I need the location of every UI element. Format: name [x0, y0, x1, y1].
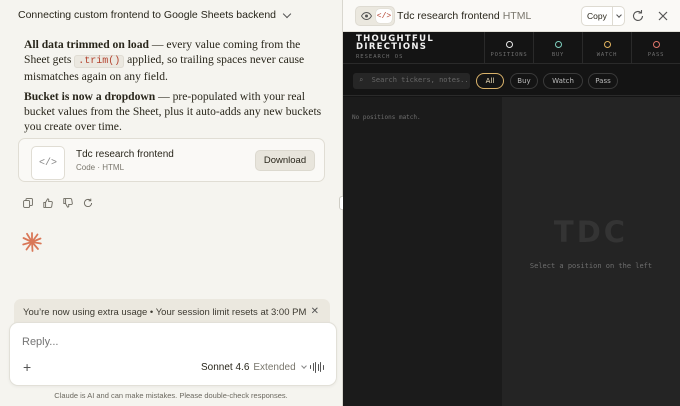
disclaimer: Claude is AI and can make mistakes. Plea… — [54, 391, 288, 400]
empty-state: No positions match. — [352, 114, 421, 121]
preview-app: THOUGHTFUL DIRECTIONS RESEARCH OS POSITI… — [343, 32, 680, 406]
voice-icon[interactable] — [310, 361, 324, 373]
status-dot-icon — [554, 41, 562, 48]
paragraph-1-heading: All data trimmed on load — [24, 38, 149, 51]
stat-positions: POSITIONS — [484, 32, 533, 64]
filter-chip-watch[interactable]: Watch — [543, 73, 583, 89]
copy-icon[interactable] — [23, 198, 33, 208]
chevron-down-icon — [300, 363, 307, 369]
status-dot-icon — [652, 41, 660, 48]
filter-chip-pass[interactable]: Pass — [588, 73, 618, 89]
conversation-title-text[interactable]: Connecting custom frontend to Google She… — [18, 9, 276, 21]
filter-bar: ⌕ Search tickers, notes... All Buy Watch Pa… — [343, 65, 680, 96]
thumbs-down-icon[interactable] — [63, 198, 73, 208]
filter-chip-buy[interactable]: Buy — [510, 73, 538, 89]
stat-buy: BUY — [533, 32, 582, 64]
paragraph-2-heading: Bucket is now a dropdown — [24, 90, 156, 103]
artifact-card-lang: HTML — [102, 163, 125, 172]
code-file-icon: </> — [31, 146, 65, 180]
chat-pane: Connecting custom frontend to Google She… — [0, 0, 342, 406]
search-input[interactable]: ⌕ Search tickers, notes... — [353, 73, 470, 89]
status-dot-icon — [505, 41, 513, 48]
close-icon[interactable]: ✕ — [311, 306, 319, 317]
stat-label: WATCH — [596, 52, 618, 58]
positions-list: No positions match. — [343, 97, 502, 406]
logo-line-2: DIRECTIONS — [356, 42, 428, 52]
select-hint: Select a position on the left — [529, 262, 653, 270]
detail-pane: TDC Select a position on the left — [502, 97, 680, 406]
artifact-card-type: Code — [76, 163, 96, 172]
view-toggle[interactable]: </> — [355, 6, 395, 26]
artifact-card[interactable]: </> Tdc research frontend Code · HTML Do… — [18, 138, 325, 182]
stat-label: BUY — [551, 52, 565, 58]
copy-button[interactable]: Copy — [581, 6, 625, 26]
search-placeholder: Search tickers, notes... — [371, 76, 470, 84]
artifact-card-title: Tdc research frontend — [76, 149, 174, 160]
code-icon[interactable]: </> — [376, 9, 392, 23]
stat-pass: PASS — [631, 32, 680, 64]
filter-chip-all[interactable]: All — [476, 73, 504, 89]
app-subtitle: RESEARCH OS — [356, 54, 404, 60]
retry-icon[interactable] — [83, 198, 93, 208]
download-button[interactable]: Download — [255, 150, 315, 171]
artifact-card-subtitle: Code · HTML — [76, 163, 125, 172]
claude-logo-icon — [22, 232, 42, 252]
model-name: Sonnet 4.6 — [201, 362, 250, 373]
app-logo: THOUGHTFUL DIRECTIONS — [356, 35, 434, 52]
model-mode: Extended — [253, 362, 296, 373]
thumbs-up-icon[interactable] — [43, 198, 53, 208]
stat-label: POSITIONS — [490, 52, 528, 58]
usage-notice-text: You’re now using extra usage • Your sess… — [23, 307, 307, 318]
inline-code: .trim() — [74, 55, 125, 68]
status-dot-icon — [603, 41, 611, 48]
model-selector[interactable]: Sonnet 4.6 Extended — [201, 362, 307, 373]
app-topbar: THOUGHTFUL DIRECTIONS RESEARCH OS POSITI… — [343, 32, 680, 64]
artifact-pane: </> Tdc research frontend HTML Copy THOUG… — [343, 0, 680, 406]
stat-label: PASS — [647, 52, 665, 58]
artifact-lang: HTML — [502, 10, 532, 22]
composer: + Sonnet 4.6 Extended — [9, 322, 337, 386]
watermark: TDC — [553, 215, 629, 249]
chevron-down-icon[interactable] — [616, 11, 622, 18]
chevron-down-icon[interactable] — [282, 9, 292, 18]
refresh-icon[interactable] — [631, 9, 645, 23]
message-actions — [23, 198, 93, 208]
stat-watch: WATCH — [582, 32, 631, 64]
reply-input[interactable] — [22, 336, 222, 348]
artifact-header: </> Tdc research frontend HTML Copy — [343, 0, 680, 32]
close-icon[interactable] — [656, 9, 670, 23]
conversation-title[interactable]: Connecting custom frontend to Google She… — [18, 9, 292, 21]
message-paragraph-2: Bucket is now a dropdown — pre-populated… — [24, 89, 324, 134]
artifact-title: Tdc research frontend HTML — [397, 10, 531, 22]
copy-button-label[interactable]: Copy — [582, 11, 612, 21]
eye-icon[interactable] — [358, 9, 374, 23]
message-paragraph-1: All data trimmed on load — every value c… — [24, 37, 324, 84]
plus-icon[interactable]: + — [23, 360, 31, 374]
artifact-title-text: Tdc research frontend — [397, 10, 500, 22]
